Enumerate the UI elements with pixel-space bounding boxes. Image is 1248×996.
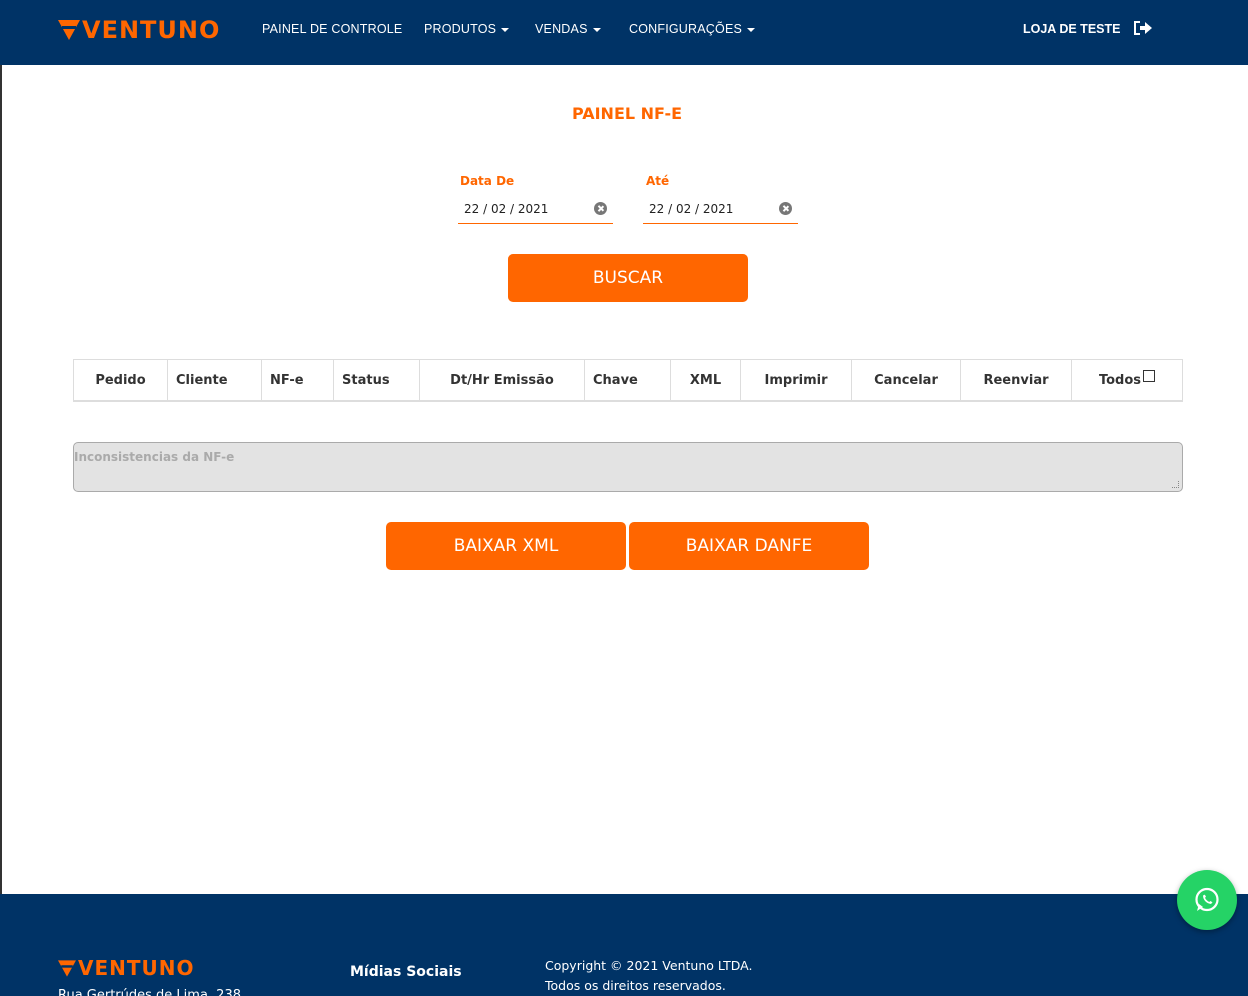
whatsapp-icon (1195, 887, 1219, 912)
col-header-chave: Chave (585, 360, 671, 401)
copyright-line-1: Copyright © 2021 Ventuno LTDA. (545, 958, 753, 973)
top-navbar: VENTUNO PAINEL DE CONTROLE PRODUTOS VEND… (0, 0, 1248, 65)
col-header-cliente: Cliente (168, 360, 262, 401)
footer-address: Rua Gertrúdes de Lima, 238 (58, 988, 241, 996)
social-media-title: Mídias Sociais (350, 964, 462, 980)
footer-logo-text: VENTUNO (78, 956, 195, 980)
logo-v-mark-icon (58, 20, 80, 40)
clear-date-icon[interactable] (594, 202, 607, 215)
col-header-cancelar: Cancelar (852, 360, 961, 401)
download-xml-button[interactable]: BAIXAR XML (386, 522, 626, 570)
col-header-status: Status (334, 360, 420, 401)
whatsapp-chat-button[interactable] (1177, 870, 1237, 930)
logo-v-mark-icon (58, 959, 76, 977)
nav-vendas[interactable]: VENDAS (535, 22, 601, 36)
date-to-label: Até (646, 174, 670, 188)
sign-out-icon[interactable] (1132, 19, 1154, 37)
date-from-input[interactable]: 22 / 02 / 2021 (458, 196, 613, 224)
caret-down-icon (747, 27, 756, 32)
search-button[interactable]: BUSCAR (508, 254, 748, 302)
copyright-line-2: Todos os direitos reservados. (545, 978, 726, 993)
footer-logo: VENTUNO (58, 956, 195, 980)
nav-configuracoes[interactable]: CONFIGURAÇÕES (629, 22, 756, 36)
col-header-todos: Todos (1072, 360, 1182, 401)
nav-label: CONFIGURAÇÕES (629, 22, 743, 36)
nav-produtos[interactable]: PRODUTOS (424, 22, 510, 36)
resize-handle-icon[interactable] (1172, 481, 1179, 488)
copyright-text: Copyright © 2021 Ventuno LTDA. Todos os … (545, 956, 752, 996)
textarea-placeholder: Inconsistencias da NF-e (74, 450, 235, 464)
date-from-label: Data De (460, 174, 515, 188)
col-header-emissao: Dt/Hr Emissão (420, 360, 585, 401)
col-header-reenviar: Reenviar (961, 360, 1072, 401)
logo-text: VENTUNO (82, 16, 221, 44)
date-to-input[interactable]: 22 / 02 / 2021 (643, 196, 798, 224)
clear-date-icon[interactable] (779, 202, 792, 215)
footer: VENTUNO Rua Gertrúdes de Lima, 238 Mídia… (0, 894, 1248, 996)
brand-logo[interactable]: VENTUNO (58, 15, 220, 45)
caret-down-icon (501, 27, 510, 32)
download-danfe-button[interactable]: BAIXAR DANFE (629, 522, 869, 570)
col-header-pedido: Pedido (74, 360, 168, 401)
page-title: PAINEL NF-E (571, 104, 683, 123)
inconsistencies-textarea[interactable]: Inconsistencias da NF-e (73, 442, 1183, 492)
nav-label: VENDAS (535, 22, 588, 36)
caret-down-icon (592, 27, 601, 32)
col-header-xml: XML (671, 360, 741, 401)
nfe-table: Pedido Cliente NF-e Status Dt/Hr Emissão… (73, 359, 1183, 402)
date-to-value: 22 / 02 / 2021 (649, 202, 734, 216)
todos-label: Todos (1098, 373, 1142, 388)
col-header-imprimir: Imprimir (741, 360, 852, 401)
col-header-nfe: NF-e (262, 360, 334, 401)
select-all-checkbox[interactable] (1143, 370, 1156, 382)
nav-painel-de-controle[interactable]: PAINEL DE CONTROLE (262, 22, 402, 36)
window-edge (0, 0, 2, 996)
date-from-value: 22 / 02 / 2021 (464, 202, 549, 216)
store-name: LOJA DE TESTE (1023, 22, 1121, 36)
nav-label: PRODUTOS (424, 22, 497, 36)
nav-label: PAINEL DE CONTROLE (262, 22, 403, 36)
